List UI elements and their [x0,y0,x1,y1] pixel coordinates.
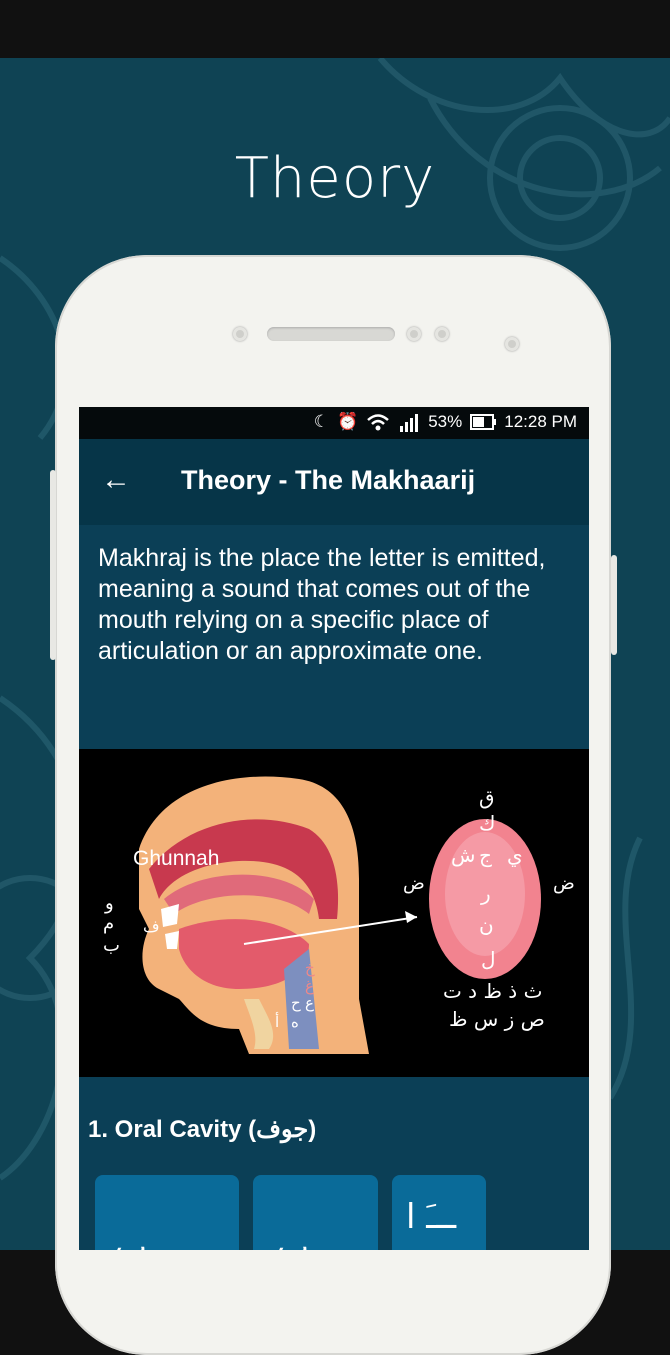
lips-letter: ف [143,917,160,936]
tongue-letter: ل [481,947,496,971]
signal-icon [400,414,419,432]
tongue-side-letter: ض [403,873,425,894]
status-bar: ☾ ⏰ 53% 12:28 PM [79,407,589,439]
lips-letter: ب [103,935,120,956]
ghunnah-label: Ghunnah [133,847,220,870]
sensor-icon [505,337,519,351]
tongue-letter: ش [451,843,476,867]
letter-card[interactable]: ـــ ٮ [253,1175,378,1250]
battery-percentage: 53% [428,412,463,431]
tongue-letter: ن [479,913,494,937]
volume-button [50,470,56,660]
tongue-letter: ق [479,785,495,809]
clock: 12:28 PM [504,412,577,431]
lips-letter: م [103,913,115,934]
tongue-letter: ي [507,843,523,867]
throat-letter: غ [305,977,314,995]
lips-letter: و [105,893,114,914]
wifi-icon [367,414,390,431]
throat-letter: ع [305,994,314,1012]
battery-icon [470,414,497,430]
alarm-icon: ⏰ [337,412,359,431]
intro-paragraph: Makhraj is the place the letter is emitt… [98,544,546,665]
front-camera-icon [435,327,449,341]
power-button [611,555,617,655]
app-bar: ← Theory - The Makhaarij [79,439,589,525]
app-screen: ☾ ⏰ 53% 12:28 PM ← Theory - The Makhaari… [79,407,589,1250]
sensor-icon [233,327,247,341]
throat-letter: ه [291,1013,299,1031]
throat-letter: ح [291,994,301,1012]
promo-title: Theory [234,146,436,211]
page-title: Theory - The Makhaarij [181,465,476,495]
tongue-letter: ر [481,881,491,905]
tongue-letter: ج [479,843,492,867]
sensor-icon [407,327,421,341]
throat-letter: خ [305,959,315,977]
card-glyph: ـــَ ا [406,1197,457,1237]
teeth-letters-row: ث ذ ظ د ت [443,979,543,1003]
tongue-side-letter: ض [553,873,575,894]
makhaarij-diagram: Ghunnah و م ب ف خ غ ح ع ه أ ق ك ش ج ي ر … [79,749,589,1077]
tongue-letter: ك [479,811,496,835]
teeth-letters-row: ص ز س ظ [449,1007,545,1031]
section-heading: 1. Oral Cavity (جوف) [88,1116,317,1143]
letter-card[interactable]: ـــَ ا [392,1175,486,1250]
letter-card[interactable]: ـــ ٮ [95,1175,239,1250]
card-glyph: ـــ ٮ [115,1227,188,1250]
throat-letter: أ [275,1013,280,1031]
card-glyph: ـــ ٮ [277,1227,350,1250]
moon-icon: ☾ [313,412,330,431]
earpiece-speaker [267,327,395,341]
back-arrow-icon[interactable]: ← [101,463,131,497]
